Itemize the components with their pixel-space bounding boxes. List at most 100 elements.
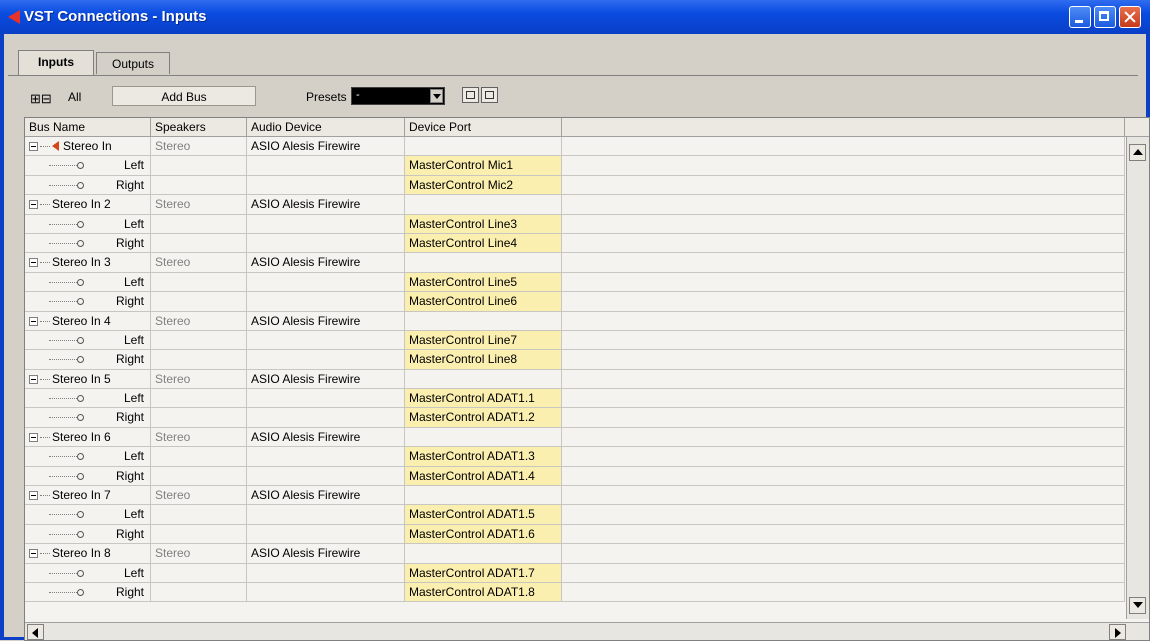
channel-row[interactable]: Right MasterControl Line8 bbox=[25, 350, 1125, 370]
scroll-left-icon[interactable] bbox=[27, 624, 44, 640]
expand-collapse-all-icon[interactable]: ⊞⊟ bbox=[30, 91, 52, 107]
channel-row[interactable]: Left MasterControl ADAT1.3 bbox=[25, 447, 1125, 467]
collapse-icon[interactable] bbox=[29, 316, 38, 326]
bus-name-cell[interactable]: Stereo In 3 bbox=[25, 253, 151, 272]
collapse-icon[interactable] bbox=[29, 200, 38, 210]
audio-device-cell[interactable]: ASIO Alesis Firewire bbox=[247, 311, 405, 330]
bus-name-cell[interactable]: Right bbox=[25, 466, 151, 486]
bus-name-cell[interactable]: Left bbox=[25, 330, 151, 350]
device-port-cell[interactable]: MasterControl Line8 bbox=[405, 350, 562, 369]
device-port-cell[interactable]: MasterControl ADAT1.6 bbox=[405, 524, 562, 544]
audio-device-cell[interactable]: ASIO Alesis Firewire bbox=[247, 137, 405, 156]
audio-device-cell[interactable]: ASIO Alesis Firewire bbox=[247, 253, 405, 272]
collapse-icon[interactable] bbox=[29, 491, 38, 501]
bus-name-cell[interactable]: Right bbox=[25, 175, 151, 195]
speakers-cell[interactable]: Stereo bbox=[151, 486, 247, 505]
speakers-cell[interactable]: Stereo bbox=[151, 427, 247, 447]
collapse-icon[interactable] bbox=[29, 374, 38, 384]
bus-row[interactable]: Stereo In 7 Stereo ASIO Alesis Firewire bbox=[25, 486, 1125, 506]
column-header-speakers[interactable]: Speakers bbox=[151, 118, 247, 136]
bus-row[interactable]: Stereo In 8 Stereo ASIO Alesis Firewire bbox=[25, 544, 1125, 564]
bus-name-cell[interactable]: Stereo In 8 bbox=[25, 544, 151, 563]
audio-device-cell[interactable]: ASIO Alesis Firewire bbox=[247, 486, 405, 505]
speakers-cell[interactable]: Stereo bbox=[151, 253, 247, 272]
channel-row[interactable]: Right MasterControl ADAT1.4 bbox=[25, 466, 1125, 487]
vertical-scrollbar[interactable] bbox=[1126, 137, 1149, 619]
channel-row[interactable]: Left MasterControl ADAT1.1 bbox=[25, 389, 1125, 409]
bus-name-cell[interactable]: Right bbox=[25, 350, 151, 369]
bus-name-cell[interactable]: Right bbox=[25, 408, 151, 427]
device-port-cell[interactable] bbox=[405, 253, 562, 272]
bus-name-cell[interactable]: Stereo In 6 bbox=[25, 427, 151, 447]
bus-row[interactable]: Stereo In 2 Stereo ASIO Alesis Firewire bbox=[25, 195, 1125, 215]
channel-row[interactable]: Left MasterControl ADAT1.7 bbox=[25, 563, 1125, 583]
remove-preset-icon[interactable] bbox=[481, 87, 498, 103]
device-port-cell[interactable] bbox=[405, 369, 562, 389]
bus-row[interactable]: Stereo In Stereo ASIO Alesis Firewire bbox=[25, 137, 1125, 157]
bus-name-cell[interactable]: Left bbox=[25, 563, 151, 582]
speakers-cell[interactable]: Stereo bbox=[151, 137, 247, 156]
channel-row[interactable]: Left MasterControl Line7 bbox=[25, 330, 1125, 351]
device-port-cell[interactable]: MasterControl ADAT1.7 bbox=[405, 563, 562, 582]
channel-row[interactable]: Right MasterControl ADAT1.6 bbox=[25, 524, 1125, 545]
minimize-icon[interactable] bbox=[1069, 6, 1091, 28]
title-bar[interactable]: VST Connections - Inputs bbox=[0, 0, 1150, 34]
horizontal-scrollbar[interactable] bbox=[25, 622, 1149, 640]
device-port-cell[interactable] bbox=[405, 195, 562, 214]
device-port-cell[interactable]: MasterControl ADAT1.8 bbox=[405, 582, 562, 602]
scroll-down-icon[interactable] bbox=[1129, 597, 1146, 614]
bus-name-cell[interactable]: Stereo In bbox=[25, 137, 151, 156]
bus-name-cell[interactable]: Left bbox=[25, 447, 151, 466]
device-port-cell[interactable] bbox=[405, 427, 562, 447]
device-port-cell[interactable]: MasterControl Line7 bbox=[405, 330, 562, 350]
channel-row[interactable]: Right MasterControl ADAT1.2 bbox=[25, 408, 1125, 428]
device-port-cell[interactable]: MasterControl Mic2 bbox=[405, 175, 562, 195]
bus-name-cell[interactable]: Stereo In 5 bbox=[25, 369, 151, 389]
device-port-cell[interactable]: MasterControl ADAT1.4 bbox=[405, 466, 562, 486]
column-header-device-port[interactable]: Device Port bbox=[405, 118, 562, 136]
device-port-cell[interactable]: MasterControl ADAT1.5 bbox=[405, 505, 562, 524]
column-header-bus-name[interactable]: Bus Name bbox=[25, 118, 151, 136]
add-bus-button[interactable]: Add Bus bbox=[112, 86, 256, 106]
device-port-cell[interactable] bbox=[405, 486, 562, 505]
device-port-cell[interactable]: MasterControl ADAT1.3 bbox=[405, 447, 562, 466]
tab-inputs[interactable]: Inputs bbox=[18, 50, 94, 76]
collapse-icon[interactable] bbox=[29, 549, 38, 559]
device-port-cell[interactable]: MasterControl ADAT1.2 bbox=[405, 408, 562, 427]
device-port-cell[interactable]: MasterControl ADAT1.1 bbox=[405, 389, 562, 408]
bus-name-cell[interactable]: Left bbox=[25, 156, 151, 175]
bus-name-cell[interactable]: Right bbox=[25, 582, 151, 602]
device-port-cell[interactable] bbox=[405, 311, 562, 330]
scroll-right-icon[interactable] bbox=[1109, 624, 1126, 640]
audio-device-cell[interactable]: ASIO Alesis Firewire bbox=[247, 369, 405, 389]
bus-name-cell[interactable]: Stereo In 2 bbox=[25, 195, 151, 214]
channel-row[interactable]: Left MasterControl ADAT1.5 bbox=[25, 505, 1125, 525]
bus-row[interactable]: Stereo In 6 Stereo ASIO Alesis Firewire bbox=[25, 427, 1125, 448]
close-icon[interactable] bbox=[1119, 6, 1141, 28]
device-port-cell[interactable]: MasterControl Line4 bbox=[405, 233, 562, 253]
channel-row[interactable]: Right MasterControl Mic2 bbox=[25, 175, 1125, 196]
speakers-cell[interactable]: Stereo bbox=[151, 311, 247, 330]
bus-name-cell[interactable]: Right bbox=[25, 233, 151, 253]
channel-row[interactable]: Left MasterControl Line5 bbox=[25, 272, 1125, 293]
bus-name-cell[interactable]: Stereo In 7 bbox=[25, 486, 151, 505]
column-header-audio-device[interactable]: Audio Device bbox=[247, 118, 405, 136]
bus-name-cell[interactable]: Right bbox=[25, 292, 151, 311]
speakers-cell[interactable]: Stereo bbox=[151, 369, 247, 389]
speakers-cell[interactable]: Stereo bbox=[151, 544, 247, 563]
audio-device-cell[interactable]: ASIO Alesis Firewire bbox=[247, 427, 405, 447]
presets-select[interactable]: - bbox=[351, 87, 445, 105]
tab-outputs[interactable]: Outputs bbox=[96, 52, 170, 74]
bus-row[interactable]: Stereo In 3 Stereo ASIO Alesis Firewire bbox=[25, 253, 1125, 273]
collapse-icon[interactable] bbox=[29, 432, 38, 442]
bus-name-cell[interactable]: Left bbox=[25, 214, 151, 233]
collapse-icon[interactable] bbox=[29, 142, 38, 151]
device-port-cell[interactable]: MasterControl Line6 bbox=[405, 292, 562, 311]
device-port-cell[interactable]: MasterControl Line5 bbox=[405, 272, 562, 292]
bus-row[interactable]: Stereo In 5 Stereo ASIO Alesis Firewire bbox=[25, 369, 1125, 390]
channel-row[interactable]: Left MasterControl Mic1 bbox=[25, 156, 1125, 176]
bus-name-cell[interactable]: Left bbox=[25, 389, 151, 408]
channel-row[interactable]: Right MasterControl ADAT1.8 bbox=[25, 582, 1125, 603]
chevron-down-icon[interactable] bbox=[430, 89, 443, 103]
store-preset-icon[interactable] bbox=[462, 87, 479, 103]
